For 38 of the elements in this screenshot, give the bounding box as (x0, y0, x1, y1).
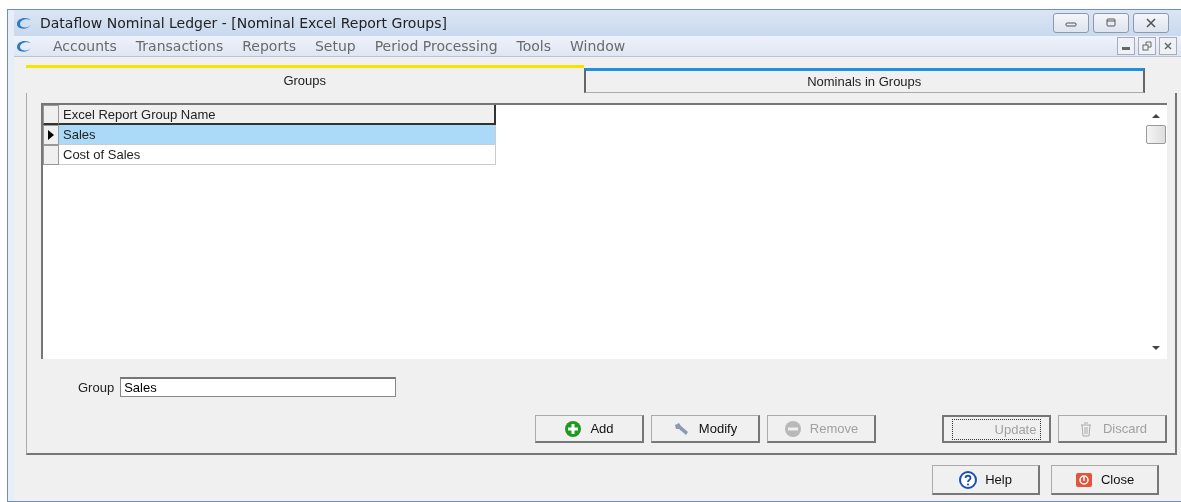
menu-item[interactable]: Accounts (53, 37, 117, 54)
close-button[interactable] (1159, 36, 1177, 55)
minus-icon (783, 419, 802, 438)
tab[interactable]: Nominals in Groups (583, 68, 1145, 93)
restore-button[interactable] (1138, 36, 1156, 55)
help-icon (959, 470, 978, 489)
scroll-down-arrow-icon[interactable] (1152, 345, 1160, 351)
plus-icon (564, 419, 583, 438)
row-indicator (43, 105, 59, 125)
minimize-button[interactable] (1053, 12, 1089, 33)
scroll-up-arrow-icon[interactable] (1152, 113, 1160, 119)
menu-item[interactable]: Transactions (135, 37, 224, 54)
menu-item[interactable]: Period Processing (374, 37, 498, 54)
close-button[interactable] (1133, 12, 1169, 33)
maximize-button[interactable] (1093, 12, 1129, 33)
window-title: Dataflow Nominal Ledger - [Nominal Excel Report Groups] (40, 14, 447, 31)
table-cell: Cost of Sales (59, 145, 496, 165)
scroll-thumb[interactable] (1146, 125, 1166, 144)
close-icon (1144, 17, 1158, 28)
menu-item[interactable]: Setup (314, 37, 356, 54)
help-button[interactable]: Help (932, 465, 1040, 495)
restore-icon (1142, 40, 1152, 51)
menu-item[interactable]: Window (570, 37, 626, 54)
field-label: Group (78, 379, 115, 395)
close-button[interactable]: Close (1051, 465, 1159, 495)
modify-button[interactable]: Modify (651, 415, 760, 443)
menu-item[interactable]: Reports (242, 37, 296, 54)
close-icon (1163, 40, 1173, 51)
power-icon (1074, 470, 1093, 489)
table-cell: Sales (59, 125, 496, 145)
add-button[interactable]: Add (535, 415, 644, 443)
column-header: Excel Report Group Name (59, 105, 496, 125)
minimize-icon (1122, 47, 1130, 51)
group-field[interactable]: Sales (120, 377, 397, 397)
menu-item[interactable]: Tools (516, 37, 552, 54)
row-indicator[interactable] (43, 125, 59, 145)
minimize-button[interactable] (1117, 36, 1135, 55)
maximize-icon (1104, 17, 1118, 28)
